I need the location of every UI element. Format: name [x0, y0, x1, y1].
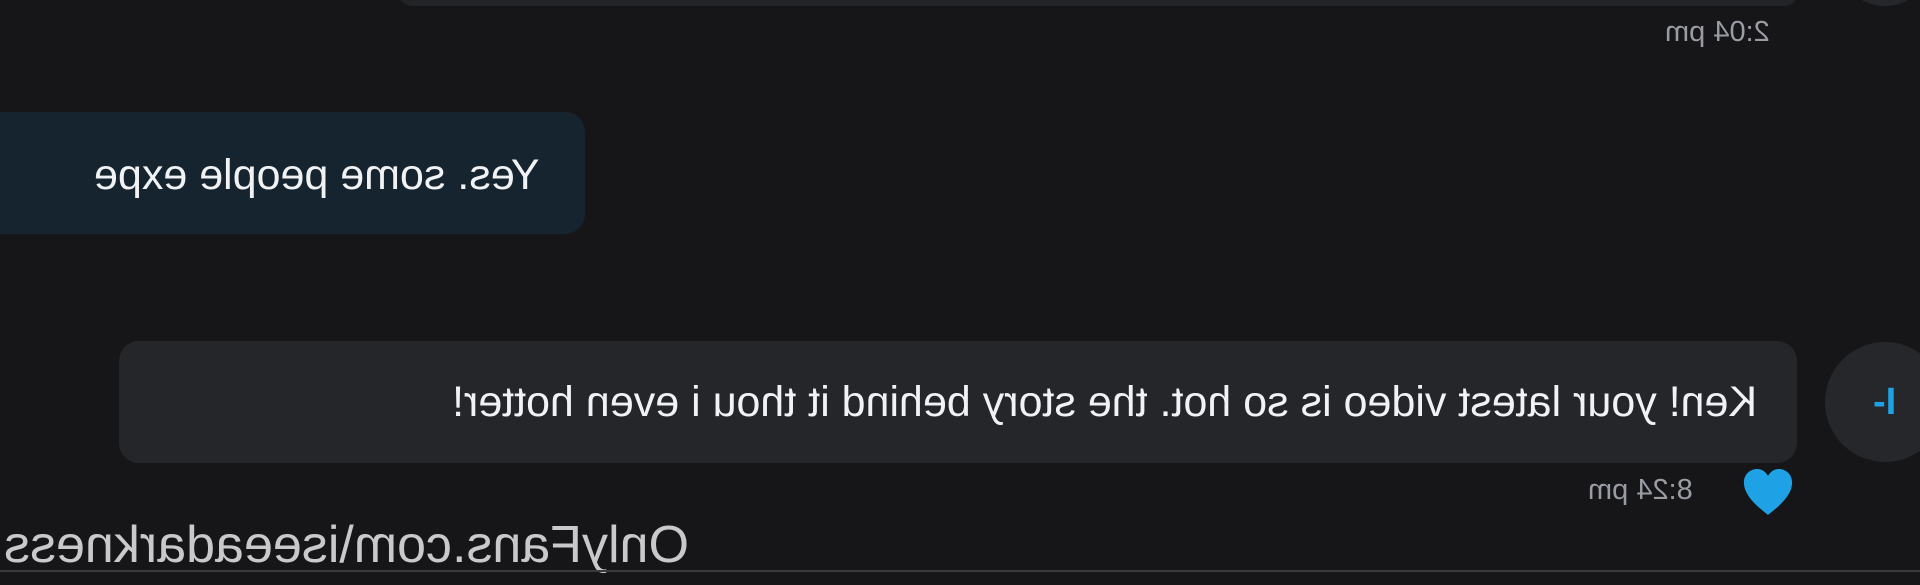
avatar-initials-wrap: I-	[1825, 380, 1920, 424]
previous-sender-avatar[interactable]	[1845, 0, 1920, 6]
watermark-text: OnlyFans.com\iseeadarkness	[4, 516, 689, 574]
sender-avatar[interactable]: I-	[1825, 342, 1920, 462]
incoming-message-text: Ken! your latest video is so hot. the st…	[451, 378, 1757, 426]
divider	[0, 570, 1920, 572]
outgoing-message-text: Yes. some people expe	[93, 151, 539, 199]
heart-icon[interactable]	[1741, 466, 1795, 518]
chat-screen: 2:04 pm Yes. some people expe Ken! your …	[0, 0, 1920, 585]
outgoing-message-bubble[interactable]: Yes. some people expe	[0, 112, 585, 234]
watermark: OnlyFans.com\iseeadarkness	[4, 515, 689, 575]
message-timestamp: 8:24 pm	[1588, 472, 1693, 508]
message-timestamp: 2:04 pm	[1665, 14, 1770, 50]
outgoing-message-text-wrap: Yes. some people expe	[94, 150, 539, 200]
incoming-message-text-wrap: Ken! your latest video is so hot. the st…	[452, 377, 1757, 427]
timestamp-text: 2:04 pm	[1665, 16, 1770, 48]
avatar-initials: I-	[1873, 381, 1897, 423]
previous-message-bubble[interactable]	[398, 0, 1798, 6]
timestamp-text: 8:24 pm	[1588, 474, 1693, 506]
incoming-message-bubble[interactable]: Ken! your latest video is so hot. the st…	[119, 341, 1797, 463]
